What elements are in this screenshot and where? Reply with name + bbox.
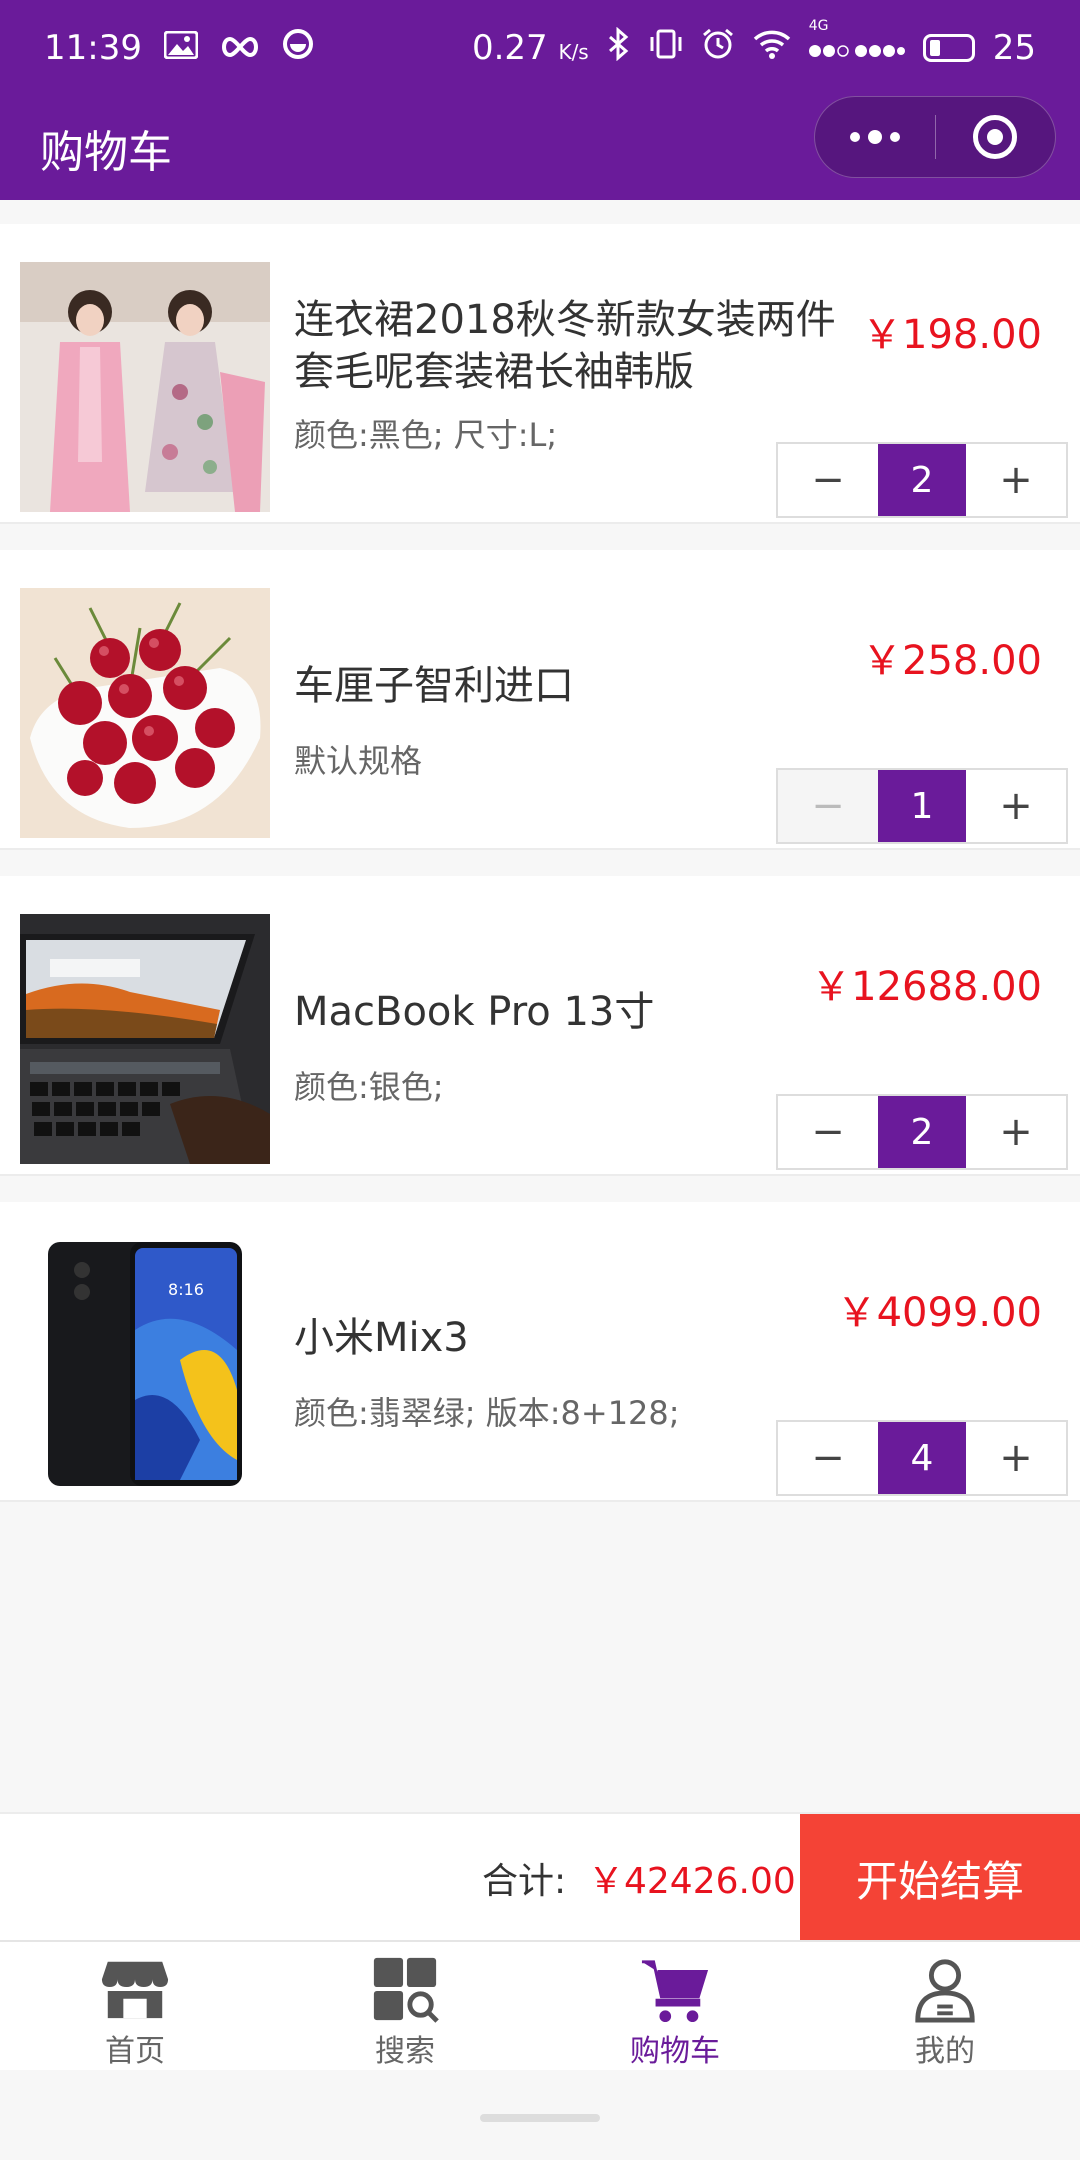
- more-button[interactable]: [815, 97, 935, 177]
- product-spec: 颜色:银色;: [294, 1068, 444, 1106]
- infinity-icon: [220, 28, 260, 68]
- quantity-value[interactable]: 1: [878, 770, 966, 842]
- nav-bar: 购物车: [0, 96, 1080, 200]
- product-price: ￥12688.00: [811, 964, 1042, 1010]
- battery-icon: [922, 34, 975, 62]
- net-speed: 0.27: [471, 28, 548, 68]
- total-label: 合计:: [482, 1861, 567, 1902]
- tab-label: 我的: [915, 2034, 975, 2069]
- cart-item[interactable]: 8:16 小米Mix3 颜色:翡翠绿; 版本:8+128; ￥4099.00 −…: [0, 1202, 1080, 1502]
- quantity-stepper: − 1 +: [776, 768, 1068, 844]
- vibrate-icon: [649, 28, 683, 68]
- product-spec: 颜色:翡翠绿; 版本:8+128;: [294, 1394, 680, 1432]
- quantity-value[interactable]: 4: [878, 1422, 966, 1494]
- quantity-stepper: − 4 +: [776, 1420, 1068, 1496]
- quantity-value[interactable]: 2: [878, 1096, 966, 1168]
- phone-photo-icon[interactable]: 8:16: [20, 1240, 270, 1490]
- page-title: 购物车: [40, 127, 172, 178]
- cherries-photo-icon[interactable]: [20, 588, 270, 838]
- increase-button[interactable]: +: [966, 1096, 1066, 1168]
- product-price: ￥258.00: [862, 638, 1042, 684]
- status-time: 11:39: [44, 28, 142, 68]
- total-price: ￥42426.00: [588, 1861, 796, 1902]
- miniprogram-capsule: [814, 96, 1056, 178]
- tab-label: 搜索: [375, 2034, 435, 2069]
- cart-item[interactable]: 连衣裙2018秋冬新款女装两件套毛呢套装裙长袖韩版 颜色:黑色; 尺寸:L; ￥…: [0, 224, 1080, 524]
- tab-cart[interactable]: 购物车: [540, 1942, 810, 2070]
- more-dots-icon: [849, 130, 900, 144]
- checkout-bar: 合计: ￥42426.00 开始结算: [0, 1812, 1080, 1942]
- alarm-icon: [701, 27, 735, 70]
- battery-level: 25: [992, 28, 1036, 68]
- status-bar: 11:39 0.27 K/s 4G 25: [0, 0, 1080, 96]
- bluetooth-icon: [607, 26, 631, 70]
- product-name[interactable]: MacBook Pro 13寸: [294, 986, 864, 1038]
- wifi-icon: [753, 28, 791, 68]
- decrease-button[interactable]: −: [778, 770, 878, 842]
- product-spec: 默认规格: [294, 742, 423, 780]
- product-name[interactable]: 连衣裙2018秋冬新款女装两件套毛呢套装裙长袖韩版: [294, 294, 864, 398]
- close-miniprogram-button[interactable]: [936, 97, 1056, 177]
- tab-mine[interactable]: 我的: [810, 1942, 1080, 2070]
- product-price: ￥4099.00: [836, 1290, 1042, 1336]
- decrease-button[interactable]: −: [778, 444, 878, 516]
- product-price: ￥198.00: [862, 312, 1042, 358]
- circle-app-icon: [282, 28, 314, 69]
- decrease-button[interactable]: −: [778, 1096, 878, 1168]
- increase-button[interactable]: +: [966, 770, 1066, 842]
- increase-button[interactable]: +: [966, 1422, 1066, 1494]
- product-spec: 颜色:黑色; 尺寸:L;: [294, 416, 558, 454]
- svg-text:8:16: 8:16: [168, 1280, 204, 1299]
- decrease-button[interactable]: −: [778, 1422, 878, 1494]
- quantity-stepper: − 2 +: [776, 442, 1068, 518]
- tab-label: 购物车: [630, 2034, 720, 2069]
- target-icon: [973, 115, 1018, 159]
- quantity-stepper: − 2 +: [776, 1094, 1068, 1170]
- increase-button[interactable]: +: [966, 444, 1066, 516]
- cell-signal-icon: 4G: [808, 18, 905, 68]
- user-icon: [915, 1959, 975, 2023]
- cart-icon: [641, 1960, 709, 2023]
- cart-item[interactable]: 车厘子智利进口 默认规格 ￥258.00 − 1 +: [0, 550, 1080, 850]
- laptop-photo-icon[interactable]: [20, 914, 270, 1164]
- tab-search[interactable]: 搜索: [270, 1942, 540, 2070]
- store-icon: [101, 1961, 169, 2019]
- product-name[interactable]: 小米Mix3: [294, 1312, 864, 1364]
- net-unit: K/s: [558, 40, 589, 64]
- home-indicator[interactable]: [480, 2114, 600, 2122]
- grid-search-icon: [373, 1957, 439, 2023]
- product-name[interactable]: 车厘子智利进口: [294, 660, 864, 712]
- checkout-button[interactable]: 开始结算: [800, 1814, 1080, 1942]
- quantity-value[interactable]: 2: [878, 444, 966, 516]
- cart-item[interactable]: MacBook Pro 13寸 颜色:银色; ￥12688.00 − 2 +: [0, 876, 1080, 1176]
- tab-label: 首页: [105, 2034, 165, 2069]
- tab-home[interactable]: 首页: [0, 1942, 270, 2070]
- dress-photo-icon[interactable]: [20, 262, 270, 512]
- signal-type: 4G: [808, 18, 829, 34]
- tab-bar: 首页 搜索 购物车 我的: [0, 1940, 1080, 2070]
- gallery-icon: [163, 28, 199, 68]
